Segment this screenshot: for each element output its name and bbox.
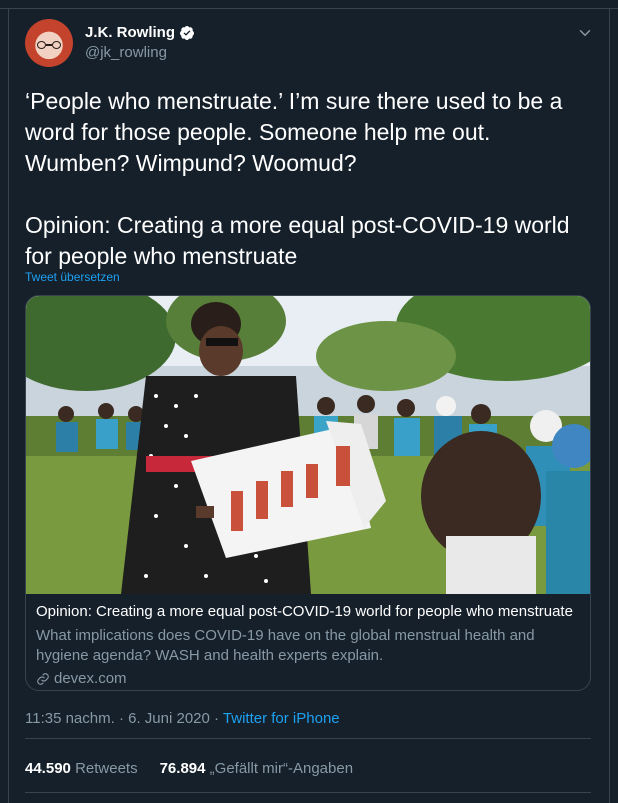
tweet-stats: 44.590 Retweets 76.894 „Gefällt mir“-Ang… xyxy=(25,760,353,777)
frame-left-border xyxy=(8,8,9,803)
author-name-row[interactable]: J.K. Rowling xyxy=(85,24,195,41)
meta-separator: · xyxy=(209,710,223,727)
divider xyxy=(25,738,591,739)
card-description: What implications does COVID-19 have on … xyxy=(36,627,535,664)
link-card[interactable]: Opinion: Creating a more equal post-COVI… xyxy=(25,295,591,691)
retweets-stat[interactable]: 44.590 Retweets xyxy=(25,760,138,777)
divider xyxy=(25,792,591,793)
card-domain-row: devex.com xyxy=(36,670,582,687)
avatar-glasses xyxy=(37,41,61,50)
tweet-meta: 11:35 nachm. · 6. Juni 2020 · Twitter fo… xyxy=(25,710,340,727)
tweet-time[interactable]: 11:35 nachm. xyxy=(25,710,115,727)
translate-tweet-link[interactable]: Tweet übersetzen xyxy=(25,270,120,284)
tweet-source-link[interactable]: Twitter for iPhone xyxy=(223,710,340,727)
author-handle[interactable]: @jk_rowling xyxy=(85,44,167,61)
card-domain: devex.com xyxy=(54,670,127,687)
chevron-down-icon[interactable] xyxy=(576,24,594,42)
likes-stat[interactable]: 76.894 „Gefällt mir“-Angaben xyxy=(160,760,353,777)
likes-count: 76.894 xyxy=(159,760,206,777)
card-title: Opinion: Creating a more equal post-COVI… xyxy=(36,603,573,620)
likes-label: „Gefällt mir“-Angaben xyxy=(209,760,354,777)
frame-right-border xyxy=(609,8,610,803)
card-image xyxy=(26,296,590,594)
author-name[interactable]: J.K. Rowling xyxy=(85,24,175,41)
tweet-date[interactable]: 6. Juni 2020 xyxy=(128,710,210,727)
link-icon xyxy=(37,672,49,685)
meta-separator: · xyxy=(114,710,129,727)
retweets-count: 44.590 xyxy=(25,760,71,777)
verified-badge-icon xyxy=(180,25,194,40)
tweet-text: ‘People who menstruate.’ I’m sure there … xyxy=(25,88,570,269)
frame-top-border xyxy=(0,8,618,9)
retweets-label: Retweets xyxy=(75,760,138,777)
avatar[interactable] xyxy=(25,19,73,67)
